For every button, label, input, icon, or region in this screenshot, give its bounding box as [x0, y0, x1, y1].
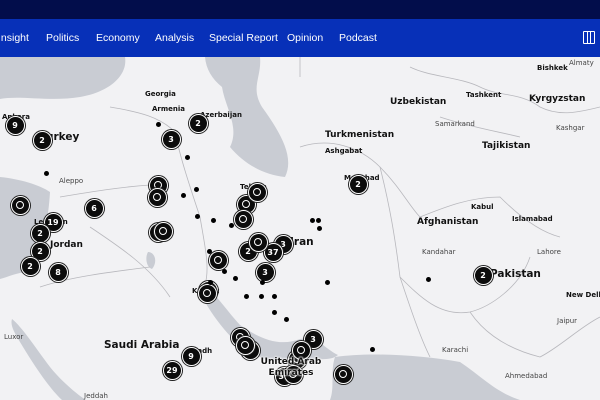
location-dot[interactable]: [206, 248, 212, 254]
cluster-marker[interactable]: [333, 364, 353, 384]
location-dot[interactable]: [207, 279, 213, 285]
label-jaipur: Jaipur: [557, 317, 578, 325]
label-ashgabat: Ashgabat: [325, 147, 363, 155]
nav-opinion[interactable]: Opinion: [287, 32, 323, 44]
cluster-marker[interactable]: 2: [188, 113, 208, 133]
label-jeddah: Jeddah: [84, 392, 108, 400]
lake: [146, 252, 156, 269]
location-dot[interactable]: [221, 268, 227, 274]
location-dot[interactable]: [425, 276, 431, 282]
cluster-marker[interactable]: [247, 182, 267, 202]
top-bar: [0, 0, 600, 19]
label-almaty: Almaty: [569, 59, 594, 67]
label-karachi: Karachi: [442, 346, 469, 354]
location-dot[interactable]: [316, 225, 322, 231]
location-dot[interactable]: [271, 293, 277, 299]
red-sea: [11, 319, 86, 400]
label-kandahar: Kandahar: [422, 248, 456, 256]
location-dot[interactable]: [232, 275, 238, 281]
label-turkmenistan: Turkmenistan: [325, 130, 395, 140]
nav-special-report[interactable]: Special Report: [209, 32, 278, 44]
cluster-marker[interactable]: [197, 283, 217, 303]
label-new-delhi: New Delhi: [566, 291, 600, 299]
label-jordan: Jordan: [50, 240, 83, 250]
arabian-sea: [330, 354, 520, 400]
location-dot[interactable]: [243, 293, 249, 299]
cluster-marker[interactable]: [235, 335, 255, 355]
label-lahore: Lahore: [537, 248, 561, 256]
cluster-marker[interactable]: 2: [473, 265, 493, 285]
location-dot[interactable]: [155, 121, 161, 127]
cluster-marker[interactable]: 2: [30, 223, 50, 243]
location-dot[interactable]: [259, 279, 265, 285]
label-georgia: Georgia: [145, 90, 176, 98]
cluster-marker[interactable]: [147, 187, 167, 207]
cluster-marker[interactable]: 2: [20, 256, 40, 276]
main-nav: Insight Politics Economy Analysis Specia…: [0, 19, 600, 57]
label-kabul: Kabul: [471, 203, 494, 211]
label-kashgar: Kashgar: [556, 124, 585, 132]
cluster-marker[interactable]: 3: [255, 262, 275, 282]
label-tajikistan: Tajikistan: [482, 141, 531, 151]
location-dot[interactable]: [210, 217, 216, 223]
black-sea: [0, 57, 126, 99]
label-iran: Iran: [290, 236, 314, 248]
nav-economy[interactable]: Economy: [96, 32, 140, 44]
cluster-marker[interactable]: [248, 232, 268, 252]
nav-insight[interactable]: Insight: [0, 32, 29, 44]
location-dot[interactable]: [271, 309, 277, 315]
label-samarkand: Samarkand: [435, 120, 475, 128]
map[interactable]: Uzbekistan Turkmenistan Tajikistan Kyrgy…: [0, 57, 600, 400]
nav-politics[interactable]: Politics: [46, 32, 79, 44]
label-aleppo: Aleppo: [59, 177, 84, 185]
location-dot[interactable]: [369, 346, 375, 352]
label-luxor: Luxor: [4, 333, 24, 341]
cluster-marker[interactable]: 6: [84, 198, 104, 218]
location-dot[interactable]: [184, 154, 190, 160]
nav-analysis[interactable]: Analysis: [155, 32, 194, 44]
cluster-marker[interactable]: 9: [181, 346, 201, 366]
cluster-marker[interactable]: 2: [32, 130, 52, 150]
label-kyrgyzstan: Kyrgyzstan: [529, 94, 586, 104]
cluster-marker[interactable]: 8: [48, 262, 68, 282]
location-dot[interactable]: [193, 186, 199, 192]
nav-podcast[interactable]: Podcast: [339, 32, 377, 44]
cluster-marker[interactable]: [208, 250, 228, 270]
label-uae: United Arab Emirates: [260, 357, 322, 378]
location-dot[interactable]: [315, 217, 321, 223]
cluster-marker[interactable]: [153, 221, 173, 241]
location-dot[interactable]: [228, 222, 234, 228]
label-bishkek: Bishkek: [537, 64, 568, 72]
cluster-marker[interactable]: 9: [5, 115, 25, 135]
location-dot[interactable]: [258, 293, 264, 299]
label-tashkent: Tashkent: [466, 91, 502, 99]
label-uzbekistan: Uzbekistan: [390, 97, 447, 107]
label-ahmedabad: Ahmedabad: [505, 372, 548, 380]
cluster-marker[interactable]: [233, 209, 253, 229]
cluster-marker[interactable]: 3: [161, 129, 181, 149]
label-islamabad: Islamabad: [512, 215, 553, 223]
map-icon[interactable]: [583, 31, 595, 44]
cluster-marker[interactable]: 2: [348, 174, 368, 194]
location-dot[interactable]: [283, 316, 289, 322]
location-dot[interactable]: [180, 192, 186, 198]
label-pakistan: Pakistan: [490, 268, 541, 280]
cluster-marker[interactable]: [10, 195, 30, 215]
label-saudi-arabia: Saudi Arabia: [104, 339, 180, 351]
cluster-marker[interactable]: 29: [162, 360, 182, 380]
label-armenia: Armenia: [152, 105, 186, 113]
location-dot[interactable]: [43, 170, 49, 176]
location-dot[interactable]: [194, 213, 200, 219]
location-dot[interactable]: [309, 217, 315, 223]
label-afghanistan: Afghanistan: [417, 217, 479, 227]
location-dot[interactable]: [324, 279, 330, 285]
